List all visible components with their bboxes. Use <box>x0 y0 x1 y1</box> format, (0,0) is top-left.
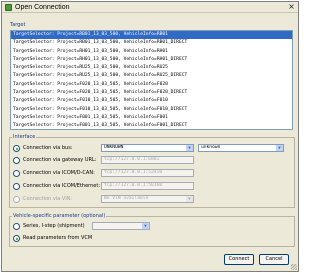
vin-label: Connection via VIN: <box>23 196 73 202</box>
vin-select-value: No VIN available <box>104 196 149 201</box>
target-list-item[interactable]: TargetSelector: Project=F020_13_03_505, … <box>11 89 292 97</box>
target-list-item[interactable]: TargetSelector: Project=RH01_13_03_500, … <box>11 48 292 56</box>
dcan-label: Connection via ICOM/D-CAN: <box>23 170 95 176</box>
ethernet-label: Connection via ICOM/Ethernet: <box>23 183 101 189</box>
bus-select[interactable]: UNKNOWN ▼ <box>101 144 194 152</box>
target-section-label: Target <box>9 22 27 28</box>
title-bar[interactable]: Open Connection × <box>2 2 298 13</box>
vcm-radio[interactable] <box>13 235 20 242</box>
series-select[interactable]: ▼ <box>92 222 150 230</box>
target-list[interactable]: TargetSelector: Project=RB01_13_03_500, … <box>10 30 293 130</box>
vin-select: No VIN available ▼ <box>101 195 194 203</box>
ethernet-address-field[interactable]: tcp://127.0.0.1:50160 <box>101 182 194 190</box>
series-label: Series, I-step (shipment) <box>23 223 85 229</box>
target-list-item[interactable]: TargetSelector: Project=RH01_13_03_500, … <box>11 56 292 64</box>
bus-select-value: UNKNOWN <box>104 145 124 150</box>
chevron-down-icon[interactable]: ▼ <box>186 145 193 151</box>
target-list-item[interactable]: TargetSelector: Project=RB01_13_03_500, … <box>11 39 292 47</box>
open-connection-dialog: Open Connection × Target TargetSelector:… <box>1 1 299 272</box>
gateway-url-field[interactable]: tcp://127.0.0.1:6801 <box>101 156 194 164</box>
target-list-item[interactable]: TargetSelector: Project=RU25_13_03_500, … <box>11 64 292 72</box>
target-list-item[interactable]: TargetSelector: Project=F010_13_03_505, … <box>11 106 292 114</box>
target-list-item[interactable]: TargetSelector: Project=RB01_13_03_500, … <box>11 31 292 40</box>
target-list-item[interactable]: TargetSelector: Project=RU25_13_03_500, … <box>11 72 292 80</box>
vin-radio <box>13 196 20 203</box>
target-list-item[interactable]: TargetSelector: Project=F001_13_03_505, … <box>11 114 292 122</box>
series-radio[interactable] <box>13 223 20 230</box>
vehicle-params-section-label: Vehicle-specific parameter (optional) <box>12 213 107 219</box>
interface-section-label: Interface <box>12 134 37 140</box>
app-icon <box>5 4 12 11</box>
target-list-item[interactable]: TargetSelector: Project=F001_13_03_505, … <box>11 122 292 129</box>
gateway-label: Connection via gateway URL: <box>23 157 97 163</box>
target-list-item[interactable]: TargetSelector: Project=F010_13_03_505, … <box>11 97 292 105</box>
dcan-address-field[interactable]: tcp://127.0.0.1:52410 <box>101 169 194 177</box>
connect-button[interactable]: Connect <box>224 254 254 265</box>
ethernet-radio[interactable] <box>13 183 20 190</box>
bus-select2-value: unknown <box>201 145 221 150</box>
cancel-button[interactable]: Cancel <box>259 254 289 265</box>
chevron-down-icon[interactable]: ▼ <box>142 223 149 229</box>
target-list-item[interactable]: TargetSelector: Project=F020_13_03_505, … <box>11 81 292 89</box>
bus-radio[interactable] <box>13 145 20 152</box>
vcm-label: Read parameters from VCM <box>23 235 93 241</box>
window-title: Open Connection <box>15 4 70 11</box>
chevron-down-icon[interactable]: ▼ <box>276 145 283 151</box>
bus-label: Connection via bus: <box>23 145 73 151</box>
gateway-radio[interactable] <box>13 157 20 164</box>
close-button[interactable]: × <box>287 3 296 11</box>
chevron-down-icon: ▼ <box>186 196 193 202</box>
bus-select-secondary[interactable]: unknown ▼ <box>198 144 284 152</box>
dcan-radio[interactable] <box>13 170 20 177</box>
resize-grip[interactable] <box>291 264 297 270</box>
